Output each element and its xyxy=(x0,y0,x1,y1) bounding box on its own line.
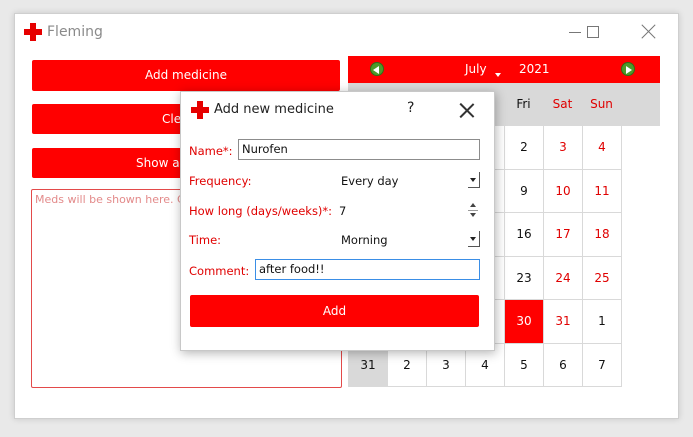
calendar-day[interactable]: 30 xyxy=(505,300,544,344)
memo-placeholder: Meds will be shown here. C xyxy=(35,193,185,206)
name-label: Name*: xyxy=(189,144,233,158)
calendar-day[interactable]: 17 xyxy=(544,213,583,257)
frequency-select[interactable]: Every day xyxy=(341,174,399,188)
app-title: Fleming xyxy=(47,24,103,40)
calendar-month[interactable]: July xyxy=(465,62,487,76)
duration-label: How long (days/weeks)*: xyxy=(189,204,333,218)
help-button[interactable]: ? xyxy=(407,100,414,116)
title-bar: Fleming xyxy=(15,14,678,50)
add-button[interactable]: Add xyxy=(190,295,479,327)
calendar-day[interactable]: 2 xyxy=(505,126,544,170)
calendar-day[interactable]: 31 xyxy=(544,300,583,344)
calendar-day[interactable]: 18 xyxy=(583,213,622,257)
chevron-down-icon[interactable] xyxy=(495,73,501,77)
frequency-dropdown-icon[interactable] xyxy=(468,172,480,188)
calendar-day[interactable]: 5 xyxy=(505,343,544,387)
name-field[interactable]: Nurofen xyxy=(238,139,480,160)
close-window-button[interactable] xyxy=(635,20,663,44)
duration-spinner[interactable]: 7 xyxy=(339,204,346,218)
calendar-day[interactable]: 9 xyxy=(505,169,544,213)
weekday-header: Sat xyxy=(552,97,573,111)
calendar-day[interactable]: 24 xyxy=(544,256,583,300)
time-dropdown-icon[interactable] xyxy=(468,231,480,247)
maximize-button[interactable] xyxy=(579,20,607,44)
add-medicine-button[interactable]: Add medicine xyxy=(32,60,340,91)
add-medicine-dialog: Add new medicine ? Name*: Nurofen Freque… xyxy=(180,91,495,351)
calendar-day[interactable]: 10 xyxy=(544,169,583,213)
comment-field[interactable]: after food!! xyxy=(255,259,480,280)
red-cross-logo-icon xyxy=(24,23,42,41)
weekday-header: Fri xyxy=(516,97,531,111)
weekday-header: Sun xyxy=(590,97,613,111)
calendar-header: July 2021 xyxy=(348,56,660,83)
next-month-icon[interactable] xyxy=(621,62,635,76)
calendar-day[interactable]: 23 xyxy=(505,256,544,300)
calendar-day[interactable]: 7 xyxy=(583,343,622,387)
dialog-title: Add new medicine xyxy=(214,102,334,117)
comment-label: Comment: xyxy=(189,264,250,278)
calendar-day[interactable]: 6 xyxy=(544,343,583,387)
close-icon xyxy=(641,23,657,39)
calendar-day[interactable]: 1 xyxy=(583,300,622,344)
frequency-label: Frequency: xyxy=(189,174,252,188)
maximize-icon xyxy=(587,26,599,38)
red-cross-logo-icon xyxy=(191,101,209,119)
time-label: Time: xyxy=(189,233,222,247)
calendar-day[interactable]: 3 xyxy=(544,126,583,170)
time-select[interactable]: Morning xyxy=(341,233,388,247)
calendar-day[interactable]: 11 xyxy=(583,169,622,213)
duration-spinner-arrows-icon[interactable] xyxy=(468,202,480,219)
close-dialog-icon[interactable] xyxy=(459,102,475,118)
calendar-day[interactable]: 4 xyxy=(583,126,622,170)
calendar-day[interactable]: 25 xyxy=(583,256,622,300)
prev-month-icon[interactable] xyxy=(370,62,384,76)
calendar-day[interactable]: 16 xyxy=(505,213,544,257)
calendar-year[interactable]: 2021 xyxy=(519,62,550,76)
